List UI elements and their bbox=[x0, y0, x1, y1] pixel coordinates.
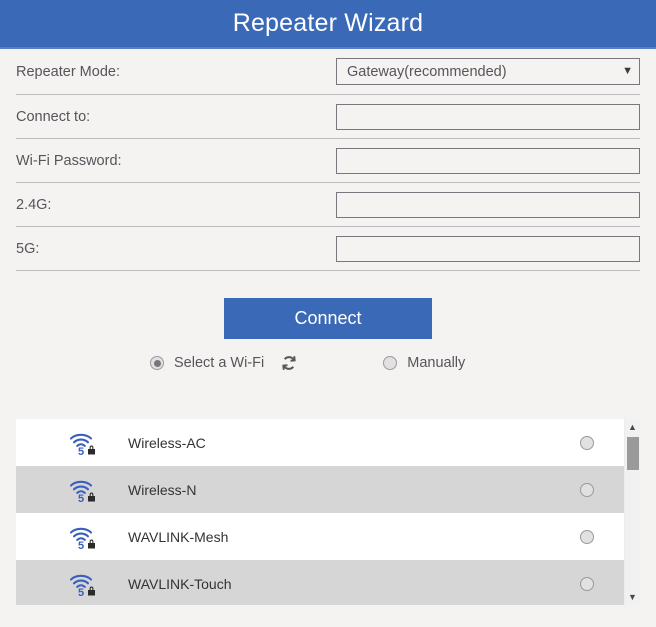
field-wrap-wifi-password bbox=[336, 147, 640, 174]
svg-text:5: 5 bbox=[78, 446, 84, 456]
field-wrap-5g bbox=[336, 235, 640, 262]
wifi-password-input[interactable] bbox=[336, 147, 640, 174]
label-manually: Manually bbox=[407, 355, 466, 371]
wifi-signal-icon: 5 bbox=[64, 571, 102, 597]
wifi-signal-icon: 5 bbox=[64, 524, 102, 550]
ssid-24g-input[interactable] bbox=[336, 191, 640, 218]
refresh-icon[interactable] bbox=[278, 352, 300, 374]
wifi-network-panel: 5 Wireless-AC 5 Wireless-N 5 WAVLINK-Mes… bbox=[16, 419, 640, 605]
scrollbar-thumb[interactable] bbox=[627, 437, 639, 470]
wifi-radio-cell bbox=[550, 529, 624, 544]
connection-mode-row: Select a Wi-Fi Manually bbox=[0, 339, 656, 374]
form-row-5g: 5G: bbox=[16, 227, 640, 271]
ssid-5g-input[interactable] bbox=[336, 235, 640, 262]
wifi-select-radio[interactable] bbox=[580, 529, 594, 544]
wifi-select-radio[interactable] bbox=[580, 482, 594, 497]
radio-manually[interactable] bbox=[383, 356, 398, 370]
wifi-ssid-label: Wireless-AC bbox=[128, 434, 206, 451]
connect-button[interactable]: Connect bbox=[224, 298, 432, 339]
wifi-select-radio[interactable] bbox=[580, 576, 594, 591]
page-title: Repeater Wizard bbox=[232, 9, 424, 37]
wifi-radio-cell bbox=[550, 435, 624, 450]
field-wrap-repeater-mode: Gateway(recommended) ▼ bbox=[336, 58, 640, 85]
wifi-signal-icon: 5 bbox=[64, 477, 102, 503]
label-select-a-wifi: Select a Wi-Fi bbox=[174, 355, 265, 371]
wifi-network-list: 5 Wireless-AC 5 Wireless-N 5 WAVLINK-Mes… bbox=[16, 419, 624, 605]
wifi-radio-cell bbox=[550, 576, 624, 591]
page-header: Repeater Wizard bbox=[0, 0, 656, 49]
wifi-ssid-label: WAVLINK-Mesh bbox=[128, 528, 229, 545]
wifi-ssid-label: WAVLINK-Touch bbox=[128, 575, 232, 592]
form-row-wifi-password: Wi-Fi Password: bbox=[16, 139, 640, 183]
list-item[interactable]: 5 WAVLINK-Touch bbox=[16, 560, 624, 605]
label-wifi-password: Wi-Fi Password: bbox=[16, 152, 122, 169]
list-item[interactable]: 5 WAVLINK-Mesh bbox=[16, 513, 624, 560]
connect-button-area: Connect bbox=[0, 271, 656, 339]
repeater-form: Repeater Mode: Gateway(recommended) ▼ Co… bbox=[0, 49, 656, 271]
svg-text:5: 5 bbox=[78, 587, 84, 597]
wifi-signal-icon: 5 bbox=[64, 430, 102, 456]
scroll-down-arrow-icon[interactable]: ▼ bbox=[625, 589, 640, 605]
connect-to-input[interactable] bbox=[336, 103, 640, 130]
label-repeater-mode: Repeater Mode: bbox=[16, 63, 120, 80]
svg-text:5: 5 bbox=[78, 493, 84, 503]
chevron-down-icon: ▼ bbox=[622, 64, 633, 77]
list-item[interactable]: 5 Wireless-N bbox=[16, 466, 624, 513]
wifi-radio-cell bbox=[550, 482, 624, 497]
wifi-ssid-label: Wireless-N bbox=[128, 481, 197, 498]
label-24g: 2.4G: bbox=[16, 196, 52, 213]
label-connect-to: Connect to: bbox=[16, 108, 91, 125]
svg-text:5: 5 bbox=[78, 540, 84, 550]
form-row-connect-to: Connect to: bbox=[16, 95, 640, 139]
form-row-repeater-mode: Repeater Mode: Gateway(recommended) ▼ bbox=[16, 49, 640, 95]
wifi-select-radio[interactable] bbox=[580, 435, 594, 450]
list-item[interactable]: 5 Wireless-AC bbox=[16, 419, 624, 466]
radio-select-a-wifi[interactable] bbox=[150, 356, 164, 370]
scroll-up-arrow-icon[interactable]: ▲ bbox=[625, 419, 640, 435]
repeater-mode-select[interactable]: Gateway(recommended) ▼ bbox=[336, 58, 640, 85]
field-wrap-24g bbox=[336, 191, 640, 218]
repeater-mode-selected-value: Gateway(recommended) bbox=[347, 63, 507, 80]
field-wrap-connect-to bbox=[336, 103, 640, 130]
form-row-24g: 2.4G: bbox=[16, 183, 640, 227]
label-5g: 5G: bbox=[16, 240, 40, 257]
wifi-list-scrollbar[interactable]: ▲ ▼ bbox=[624, 419, 640, 605]
